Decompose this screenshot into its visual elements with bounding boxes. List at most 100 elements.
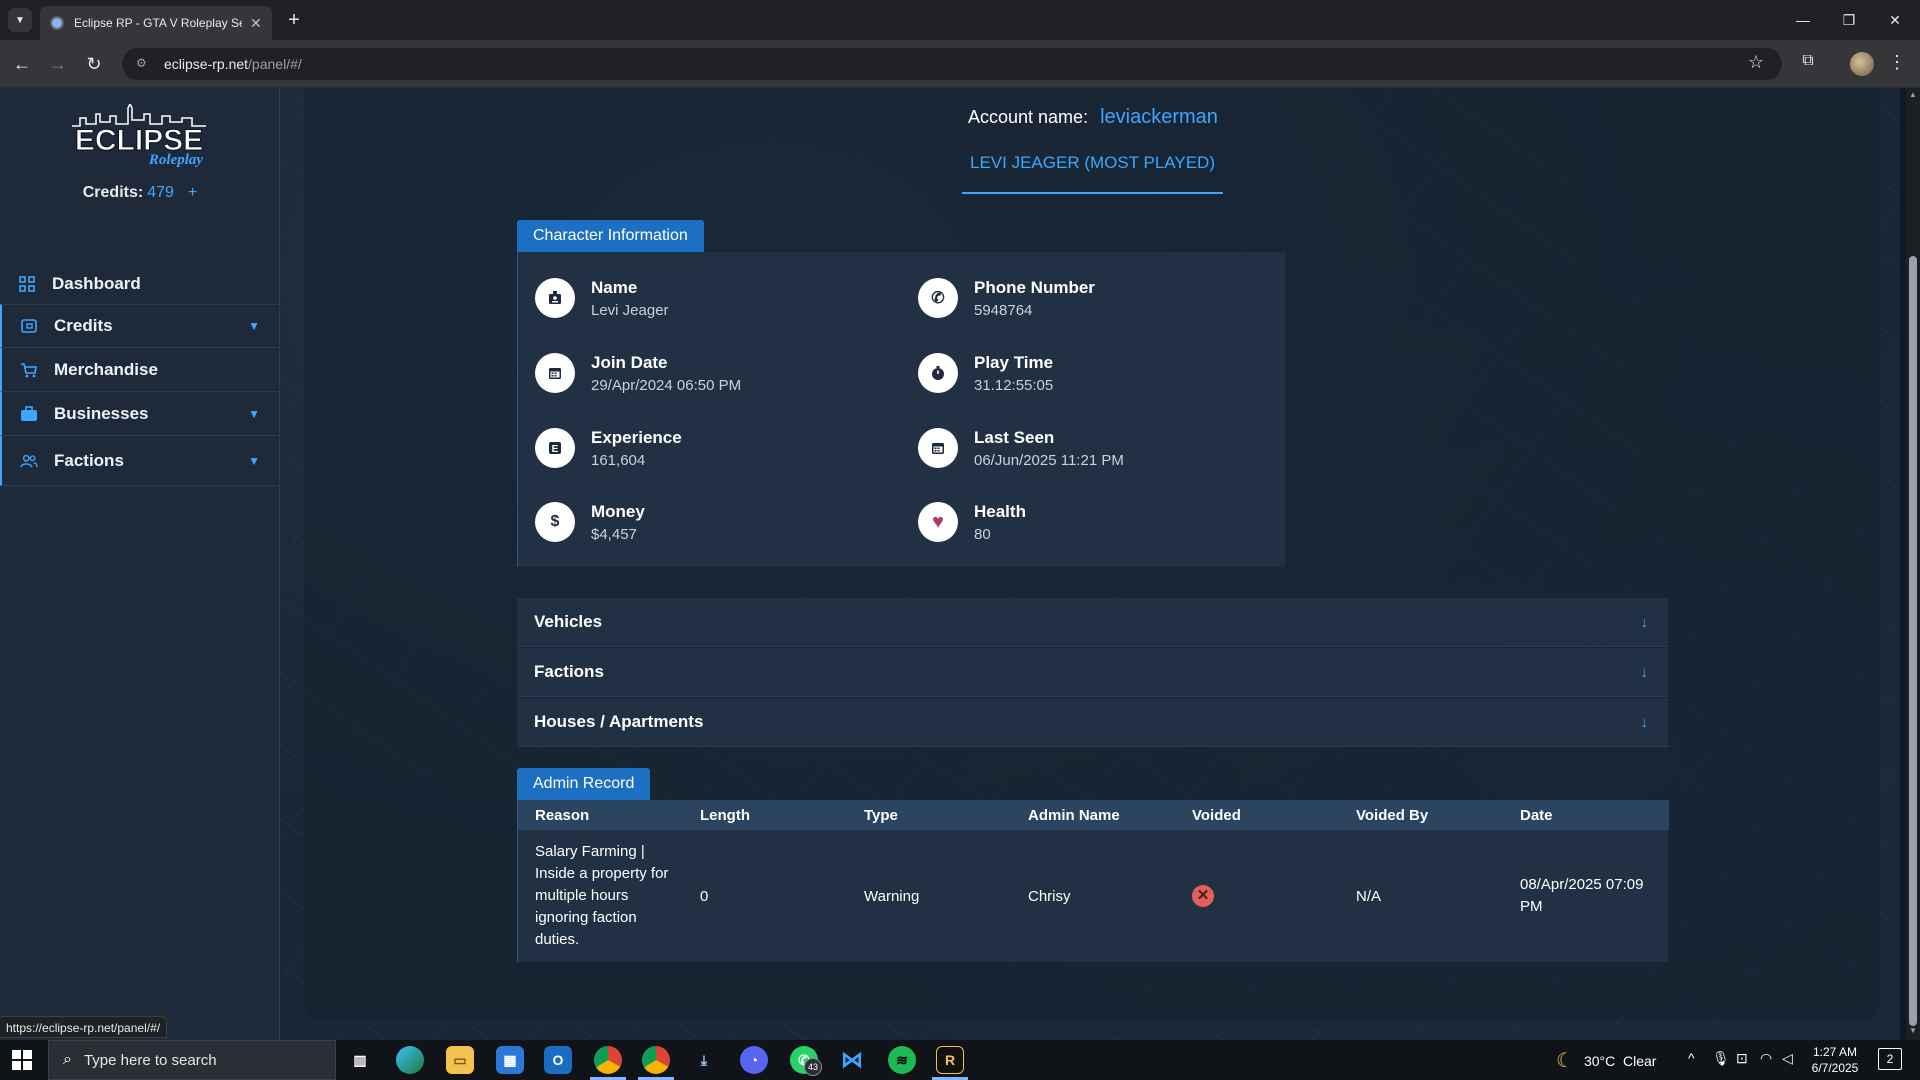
task-view-icon[interactable]: ▥ bbox=[346, 1046, 374, 1074]
file-explorer-icon[interactable]: ▭ bbox=[446, 1046, 474, 1074]
scroll-up-icon[interactable]: ▲ bbox=[1906, 88, 1920, 102]
status-bar-url: https://eclipse-rp.net/panel/#/ bbox=[0, 1016, 168, 1038]
info-value: Levi Jeager bbox=[591, 301, 669, 319]
scroll-down-icon[interactable]: ▼ bbox=[1906, 1024, 1920, 1038]
microphone-icon[interactable]: 🎙 bbox=[1712, 1050, 1730, 1067]
accordion-factions[interactable]: Factions ↓ bbox=[517, 648, 1668, 697]
x-circle-icon: ✕ bbox=[1192, 885, 1214, 907]
minimize-button[interactable]: — bbox=[1780, 6, 1826, 34]
search-placeholder: Type here to search bbox=[83, 1051, 217, 1069]
sidebar-item-label: Businesses bbox=[54, 403, 149, 423]
sidebar-item-label: Merchandise bbox=[54, 359, 158, 379]
tab-character-most-played[interactable]: LEVI JEAGER (MOST PLAYED) bbox=[962, 140, 1223, 194]
credits-summary: Credits: 479 + bbox=[0, 184, 280, 202]
info-value: 161,604 bbox=[591, 451, 646, 469]
sidebar-item-factions[interactable]: Factions ▼ bbox=[0, 436, 280, 486]
info-title: Name bbox=[591, 277, 638, 297]
clock-date: 6/7/2025 bbox=[1811, 1061, 1859, 1075]
svg-text:E: E bbox=[552, 444, 559, 455]
calendar-icon bbox=[535, 353, 575, 393]
sidebar-item-businesses[interactable]: Businesses ▼ bbox=[0, 392, 280, 436]
accordion-vehicles[interactable]: Vehicles ↓ bbox=[517, 598, 1668, 647]
add-credits-button[interactable]: + bbox=[188, 184, 197, 201]
edge-icon[interactable] bbox=[396, 1046, 424, 1074]
account-name-line: Account name: leviackerman bbox=[968, 106, 1218, 129]
profile-avatar[interactable] bbox=[1850, 52, 1874, 76]
stopwatch-icon bbox=[918, 353, 958, 393]
chevron-down-icon: ▼ bbox=[248, 406, 260, 421]
weather-condition: Clear bbox=[1623, 1052, 1657, 1069]
sidebar: ECLIPSE Roleplay Credits: 479 + Dashboard … bbox=[0, 88, 280, 1040]
new-tab-button[interactable]: + bbox=[282, 8, 306, 32]
store-icon[interactable]: ▦ bbox=[496, 1046, 524, 1074]
reload-button[interactable]: ↻ bbox=[80, 50, 108, 78]
briefcase-icon bbox=[20, 405, 38, 423]
ragemp-icon[interactable]: R bbox=[936, 1046, 964, 1074]
volume-icon[interactable]: ◁ bbox=[1782, 1050, 1793, 1067]
credits-label: Credits: bbox=[82, 184, 144, 201]
site-info-icon[interactable]: ⚙ bbox=[136, 56, 152, 72]
download-app-icon[interactable]: ⤓ bbox=[690, 1046, 718, 1074]
sidebar-item-dashboard[interactable]: Dashboard bbox=[0, 262, 280, 306]
account-name-label: Account name: bbox=[968, 107, 1089, 127]
cell-reason: Salary Farming | Inside a property for m… bbox=[535, 843, 669, 948]
browser-tab[interactable]: Eclipse RP - GTA V Roleplay Server ✕ bbox=[40, 6, 272, 40]
info-value: $4,457 bbox=[591, 525, 637, 543]
accordion-label: Factions bbox=[534, 662, 604, 681]
network-icon[interactable]: ◠ bbox=[1760, 1050, 1772, 1067]
cell-voided-by: N/A bbox=[1356, 887, 1382, 905]
extensions-icon[interactable]: ⧉ bbox=[1796, 52, 1820, 76]
column-header: Type bbox=[864, 806, 898, 824]
column-header: Length bbox=[700, 806, 750, 824]
sidebar-item-label: Credits bbox=[54, 316, 113, 335]
bookmark-star-icon[interactable]: ☆ bbox=[1744, 52, 1768, 76]
outlook-icon[interactable]: O bbox=[544, 1046, 572, 1074]
close-icon[interactable]: ✕ bbox=[250, 15, 262, 32]
vscode-icon[interactable]: ⋈ bbox=[838, 1046, 866, 1074]
info-experience: E Experience 161,604 bbox=[535, 418, 895, 478]
eclipse-logo[interactable]: ECLIPSE Roleplay bbox=[66, 102, 212, 168]
admin-record-heading: Admin Record bbox=[517, 768, 651, 800]
logo-sub-text: Roleplay bbox=[148, 152, 203, 168]
info-value: 29/Apr/2024 06:50 PM bbox=[591, 376, 742, 394]
windows-start-icon[interactable] bbox=[12, 1050, 32, 1070]
accordion-label: Houses / Apartments bbox=[534, 712, 704, 731]
browser-menu-icon[interactable]: ⋮ bbox=[1888, 52, 1906, 76]
chevron-down-icon: ▼ bbox=[248, 453, 260, 468]
phone-icon: ✆ bbox=[918, 278, 958, 318]
chrome-icon[interactable] bbox=[594, 1046, 622, 1074]
info-name: Name Levi Jeager bbox=[535, 268, 895, 328]
weather-widget[interactable]: ☾ 30°C Clear bbox=[1556, 1048, 1656, 1073]
taskbar-clock[interactable]: 1:27 AM 6/7/2025 bbox=[1800, 1044, 1870, 1076]
table-row: Salary Farming | Inside a property for m… bbox=[518, 830, 1669, 962]
close-window-button[interactable]: ✕ bbox=[1872, 6, 1918, 34]
tray-chevron-up-icon[interactable]: ^ bbox=[1688, 1050, 1695, 1066]
url-host: eclipse-rp.net bbox=[164, 56, 249, 72]
meet-now-icon[interactable]: ⊡ bbox=[1736, 1050, 1748, 1067]
accordion-houses-apartments[interactable]: Houses / Apartments ↓ bbox=[517, 698, 1668, 747]
notifications-button[interactable]: 2 bbox=[1878, 1048, 1902, 1070]
discord-icon[interactable]: ◔ bbox=[740, 1046, 768, 1074]
scrollbar-thumb[interactable] bbox=[1909, 256, 1917, 1026]
tab-title: Eclipse RP - GTA V Roleplay Server bbox=[74, 16, 242, 30]
credits-icon bbox=[20, 317, 38, 335]
experience-icon: E bbox=[535, 428, 575, 468]
sidebar-item-credits[interactable]: Credits ▼ bbox=[0, 304, 280, 348]
cart-icon bbox=[20, 361, 38, 379]
info-title: Money bbox=[591, 501, 645, 521]
chrome-profile-icon[interactable] bbox=[642, 1046, 670, 1074]
back-button[interactable]: ← bbox=[8, 50, 36, 78]
sidebar-item-label: Dashboard bbox=[52, 274, 141, 293]
address-bar[interactable]: ⚙ eclipse-rp.net/panel/#/ bbox=[122, 48, 1782, 80]
tab-list-button[interactable]: ▼ bbox=[8, 8, 32, 32]
credits-value: 479 bbox=[147, 184, 174, 201]
restore-button[interactable]: ❐ bbox=[1826, 6, 1872, 34]
forward-button[interactable]: → bbox=[44, 50, 72, 78]
heart-icon: ♥ bbox=[918, 502, 958, 542]
admin-record-table: Reason Length Type Admin Name Voided Voi… bbox=[517, 800, 1669, 962]
spotify-icon[interactable]: ≋ bbox=[888, 1046, 916, 1074]
globe-icon bbox=[50, 16, 64, 30]
sidebar-item-merchandise[interactable]: Merchandise bbox=[0, 348, 280, 392]
taskbar-search-box[interactable]: ⌕ Type here to search bbox=[48, 1040, 336, 1080]
column-header: Admin Name bbox=[1028, 806, 1120, 824]
